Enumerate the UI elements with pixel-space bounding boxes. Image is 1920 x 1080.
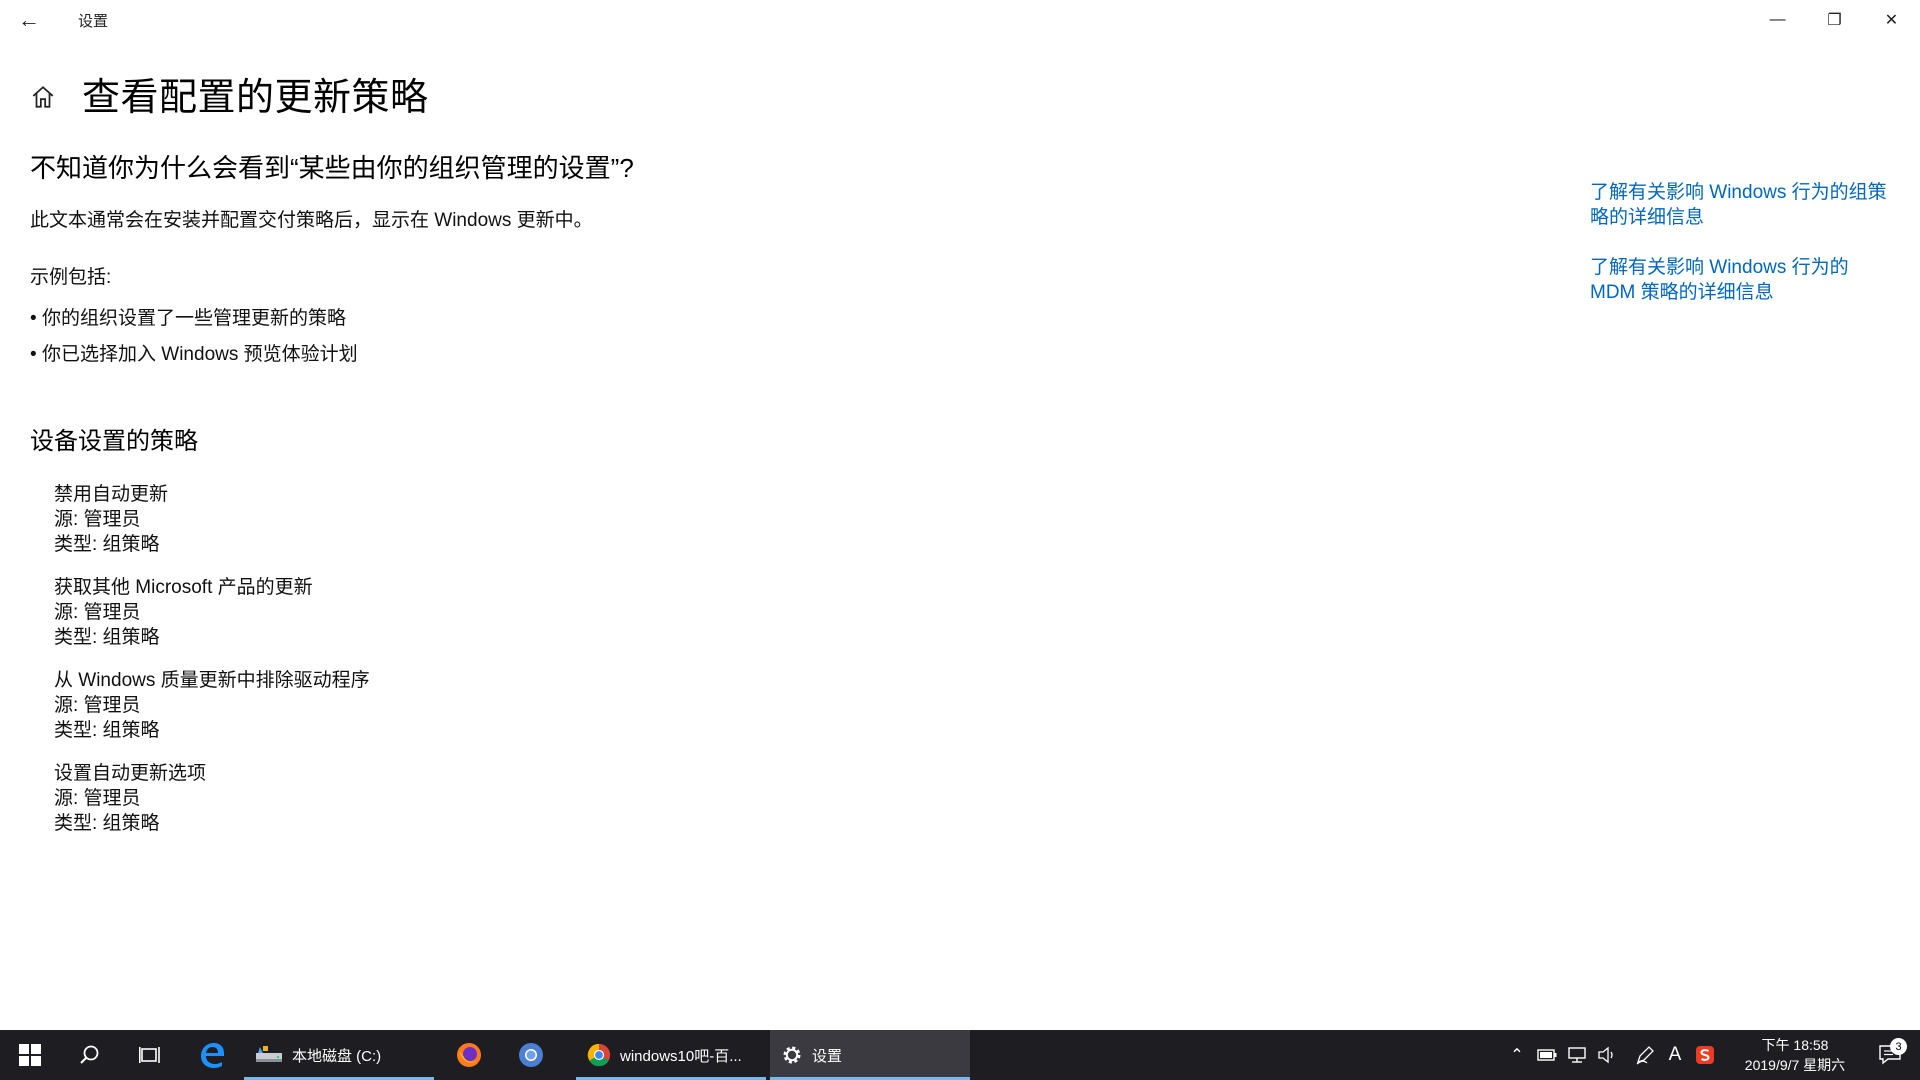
list-item: • 你已选择加入 Windows 预览体验计划: [30, 344, 358, 365]
policy-name: 禁用自动更新: [54, 484, 169, 505]
policy-source: 源: 管理员: [54, 788, 141, 809]
policy-type: 类型: 组策略: [54, 720, 160, 741]
taskbar: 本地磁盘 (C:) windows10吧-百... 设置 ⌃ A 下午 18:5…: [0, 1030, 1920, 1080]
battery-tray-button[interactable]: [1532, 1030, 1562, 1080]
sogou-icon: [1696, 1046, 1714, 1064]
list-item: • 你的组织设置了一些管理更新的策略: [30, 308, 347, 329]
minimize-button[interactable]: —: [1749, 0, 1806, 40]
start-button[interactable]: [0, 1030, 60, 1080]
policy-list: 禁用自动更新 源: 管理员 类型: 组策略 获取其他 Microsoft 产品的…: [54, 482, 1510, 836]
description-text: 此文本通常会在安装并配置交付策略后，显示在 Windows 更新中。: [30, 210, 593, 231]
edge-taskbar-button[interactable]: [180, 1030, 244, 1080]
policy-type: 类型: 组策略: [54, 534, 160, 555]
search-icon: [80, 1045, 99, 1064]
page-title: 查看配置的更新策略: [82, 77, 429, 119]
chromium-taskbar-button[interactable]: [500, 1030, 562, 1080]
policy-source: 源: 管理员: [54, 695, 141, 716]
policy-name: 获取其他 Microsoft 产品的更新: [54, 577, 313, 598]
taskbar-app-chrome[interactable]: windows10吧-百...: [576, 1030, 766, 1080]
title-bar: ← 设置 — ❐ ✕: [0, 0, 1920, 40]
input-method-button[interactable]: A: [1660, 1030, 1690, 1080]
section-heading: 设备设置的策略: [30, 428, 198, 455]
action-center-button[interactable]: 3: [1860, 1038, 1920, 1065]
network-icon: [1568, 1047, 1586, 1063]
settings-window: ← 设置 — ❐ ✕ 查看配置的更新策略 不知道你为什么会看到“某些由你的组织管…: [0, 0, 1920, 1080]
gear-icon: [783, 1046, 801, 1064]
restore-icon: ❐: [1827, 12, 1842, 29]
policy-name: 设置自动更新选项: [54, 763, 207, 784]
examples-label: 示例包括:: [30, 267, 112, 288]
system-tray: ⌃ A 下午 18:58 2019/9/7 星期六 3: [1502, 1030, 1920, 1080]
taskbar-app-label: 设置: [812, 1047, 843, 1065]
clock-button[interactable]: 下午 18:58 2019/9/7 星期六: [1730, 1035, 1860, 1075]
pen-tray-button[interactable]: [1630, 1030, 1660, 1080]
policy-type: 类型: 组策略: [54, 813, 160, 834]
policy-name: 从 Windows 质量更新中排除驱动程序: [54, 670, 370, 691]
firefox-taskbar-button[interactable]: [438, 1030, 500, 1080]
task-view-button[interactable]: [120, 1030, 180, 1080]
chevron-up-icon: ⌃: [1510, 1047, 1524, 1064]
pen-icon: [1636, 1046, 1654, 1065]
window-title: 设置: [78, 12, 109, 30]
minimize-icon: —: [1769, 11, 1786, 28]
policy-type: 类型: 组策略: [54, 627, 160, 648]
related-links: 了解有关影响 Windows 行为的组策略的详细信息 了解有关影响 Window…: [1590, 180, 1890, 330]
network-tray-button[interactable]: [1562, 1030, 1592, 1080]
clock-time: 下午 18:58: [1761, 1037, 1829, 1053]
examples-list: • 你的组织设置了一些管理更新的策略 • 你已选择加入 Windows 预览体验计划: [30, 301, 1510, 373]
chromium-icon: [519, 1043, 543, 1067]
question-heading: 不知道你为什么会看到“某些由你的组织管理的设置”?: [30, 153, 634, 183]
volume-tray-button[interactable]: [1592, 1030, 1622, 1080]
show-hidden-icons-button[interactable]: ⌃: [1502, 1030, 1532, 1080]
search-button[interactable]: [60, 1030, 120, 1080]
sogou-ime-button[interactable]: [1690, 1030, 1720, 1080]
battery-icon: [1537, 1049, 1557, 1061]
task-view-icon: [139, 1047, 160, 1063]
home-icon[interactable]: [30, 84, 56, 110]
taskbar-app-label: windows10吧-百...: [620, 1047, 742, 1065]
edge-icon: [201, 1043, 224, 1068]
main-content: 不知道你为什么会看到“某些由你的组织管理的设置”? 此文本通常会在安装并配置交付…: [30, 148, 1510, 854]
speaker-icon: [1598, 1046, 1613, 1064]
firefox-icon: [457, 1043, 481, 1067]
ime-indicator: A: [1668, 1044, 1682, 1065]
restore-button[interactable]: ❐: [1806, 0, 1863, 40]
notification-badge: 3: [1890, 1038, 1907, 1055]
chrome-icon: [587, 1043, 611, 1067]
policy-item: 从 Windows 质量更新中排除驱动程序 源: 管理员 类型: 组策略: [54, 668, 1510, 743]
policy-item: 设置自动更新选项 源: 管理员 类型: 组策略: [54, 761, 1510, 836]
group-policy-link[interactable]: 了解有关影响 Windows 行为的组策略的详细信息: [1590, 180, 1890, 230]
close-icon: ✕: [1884, 12, 1899, 29]
arrow-left-icon: ←: [18, 7, 40, 32]
drive-icon: [256, 1046, 282, 1062]
policy-item: 禁用自动更新 源: 管理员 类型: 组策略: [54, 482, 1510, 557]
taskbar-app-settings[interactable]: 设置: [770, 1030, 970, 1080]
close-button[interactable]: ✕: [1863, 0, 1920, 40]
clock-date: 2019/9/7 星期六: [1744, 1057, 1846, 1073]
window-controls: — ❐ ✕: [1749, 0, 1920, 40]
taskbar-app-label: 本地磁盘 (C:): [292, 1047, 382, 1065]
windows-logo-icon: [19, 1044, 41, 1066]
policy-source: 源: 管理员: [54, 602, 141, 623]
policy-source: 源: 管理员: [54, 509, 141, 530]
taskbar-app-explorer[interactable]: 本地磁盘 (C:): [244, 1030, 434, 1080]
policy-item: 获取其他 Microsoft 产品的更新 源: 管理员 类型: 组策略: [54, 575, 1510, 650]
mdm-policy-link[interactable]: 了解有关影响 Windows 行为的 MDM 策略的详细信息: [1590, 255, 1890, 305]
page-header: 查看配置的更新策略: [30, 66, 429, 121]
back-button[interactable]: ←: [0, 0, 58, 40]
